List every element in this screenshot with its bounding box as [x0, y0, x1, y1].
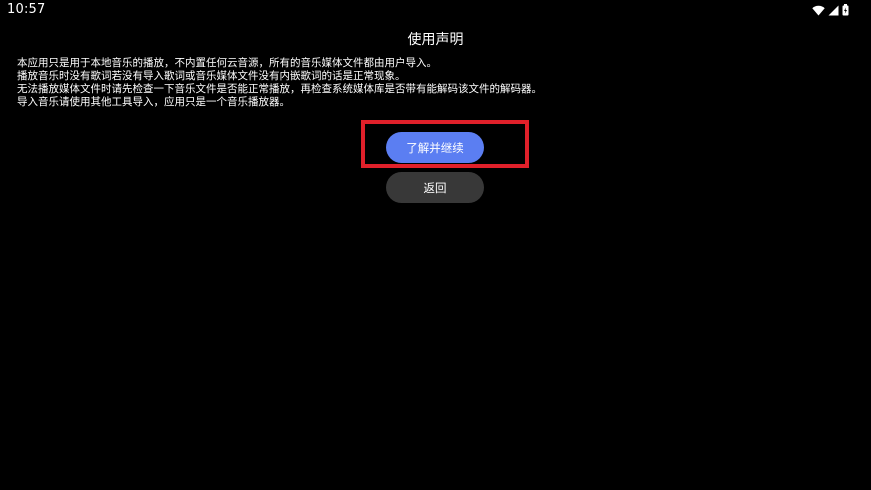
back-button[interactable]: 返回: [386, 172, 484, 203]
statement-line: 导入音乐请使用其他工具导入，应用只是一个音乐播放器。: [17, 96, 290, 108]
status-time: 10:57: [7, 2, 46, 17]
status-bar: 10:57: [0, 0, 871, 20]
wifi-icon: [812, 5, 825, 16]
statement-text: 本应用只是用于本地音乐的播放，不内置任何云音源，所有的音乐媒体文件都由用户导入。…: [17, 57, 857, 109]
battery-icon: [842, 4, 849, 16]
accept-continue-button[interactable]: 了解并继续: [386, 132, 484, 163]
statement-line: 本应用只是用于本地音乐的播放，不内置任何云音源，所有的音乐媒体文件都由用户导入。: [17, 57, 437, 69]
status-icons: [812, 3, 849, 17]
cellular-signal-icon: [828, 5, 839, 16]
page-title: 使用声明: [407, 32, 464, 48]
usage-statement-screen: 10:57 使用声明 本应用只是用于本地音乐的播放，不内置任何云音源，所有的音乐…: [0, 0, 871, 490]
statement-line: 无法播放媒体文件时请先检查一下音乐文件是否能正常播放，再检查系统媒体库是否带有能…: [17, 83, 542, 95]
statement-line: 播放音乐时没有歌词若没有导入歌词或音乐媒体文件没有内嵌歌词的话是正常现象。: [17, 70, 406, 82]
